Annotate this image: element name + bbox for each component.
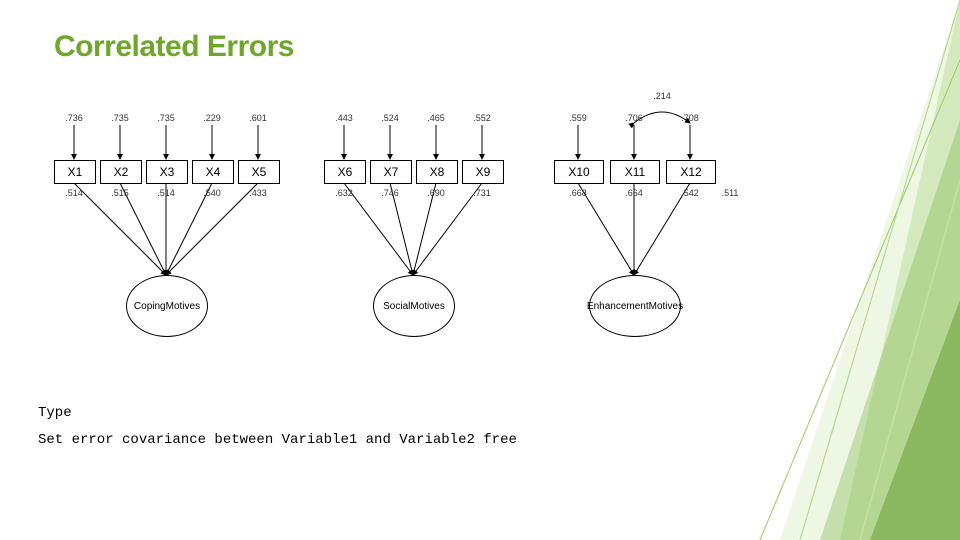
error-variance-x6: .443 bbox=[324, 113, 364, 123]
loading-x3: .514 bbox=[146, 188, 186, 198]
var-box-x5: X5 bbox=[238, 160, 280, 184]
error-variance-x11: .706 bbox=[614, 113, 654, 123]
diagram-lines bbox=[54, 105, 834, 385]
var-box-x1: X1 bbox=[54, 160, 96, 184]
error-variance-x5: .601 bbox=[238, 113, 278, 123]
error-variance-x4: .229 bbox=[192, 113, 232, 123]
loading-x2: .515 bbox=[100, 188, 140, 198]
code-block: Type Set error covariance between Variab… bbox=[38, 400, 517, 453]
loading-x1: .514 bbox=[54, 188, 94, 198]
loading-x5: .433 bbox=[238, 188, 278, 198]
code-line-1: Type bbox=[38, 400, 517, 427]
error-variance-x3: .735 bbox=[146, 113, 186, 123]
var-box-x11: X11 bbox=[610, 160, 660, 184]
loading-x11: .664 bbox=[614, 188, 654, 198]
var-box-x6: X6 bbox=[324, 160, 366, 184]
path-diagram: X1 .736 .514 X2 .735 .515 X3 .735 .514 X4 .229 .540… bbox=[54, 105, 834, 385]
factor-social: SocialMotives bbox=[373, 275, 455, 337]
loading-x6: .632 bbox=[324, 188, 364, 198]
var-box-x2: X2 bbox=[100, 160, 142, 184]
loading-x12: .542 bbox=[670, 188, 710, 198]
loading-x7: .746 bbox=[370, 188, 410, 198]
loading-x10: .668 bbox=[558, 188, 598, 198]
correlation-label: .214 bbox=[642, 91, 682, 101]
factor-enhancement: EnhancementMotives bbox=[589, 275, 681, 337]
error-variance-x9: .552 bbox=[462, 113, 502, 123]
factor-coping: CopingMotives bbox=[126, 275, 208, 337]
var-box-x7: X7 bbox=[370, 160, 412, 184]
var-box-x3: X3 bbox=[146, 160, 188, 184]
code-line-2: Set error covariance between Variable1 a… bbox=[38, 427, 517, 454]
loading-x9: .731 bbox=[462, 188, 502, 198]
error-variance-x10: .559 bbox=[558, 113, 598, 123]
loading-x4: .540 bbox=[192, 188, 232, 198]
error-variance-x12: .708 bbox=[670, 113, 710, 123]
slide-title: Correlated Errors bbox=[54, 30, 294, 64]
error-variance-x2: .735 bbox=[100, 113, 140, 123]
extra-load-x12: .511 bbox=[710, 188, 750, 198]
error-variance-x7: .524 bbox=[370, 113, 410, 123]
var-box-x9: X9 bbox=[462, 160, 504, 184]
var-box-x8: X8 bbox=[416, 160, 458, 184]
var-box-x10: X10 bbox=[554, 160, 604, 184]
error-variance-x8: .465 bbox=[416, 113, 456, 123]
var-box-x4: X4 bbox=[192, 160, 234, 184]
error-variance-x1: .736 bbox=[54, 113, 94, 123]
var-box-x12: X12 bbox=[666, 160, 716, 184]
loading-x8: .690 bbox=[416, 188, 456, 198]
